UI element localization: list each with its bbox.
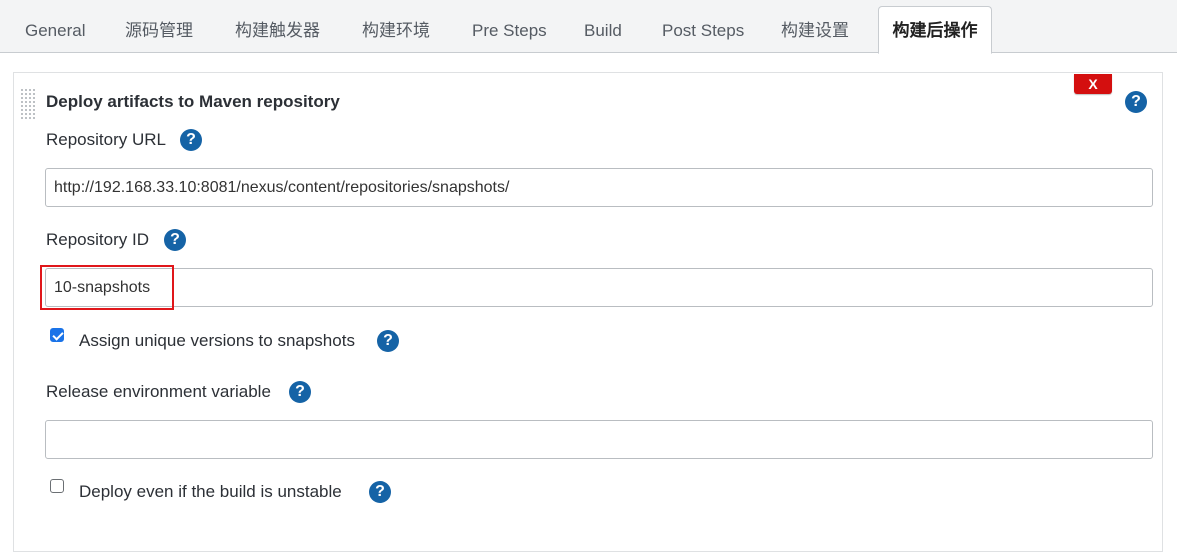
section-help-icon[interactable]: ? <box>1125 91 1147 113</box>
delete-step-button[interactable]: X <box>1074 74 1112 94</box>
release-env-var-help-icon[interactable]: ? <box>289 381 311 403</box>
tab-general[interactable]: General <box>25 10 85 52</box>
tab-bar: General 源码管理 构建触发器 构建环境 Pre Steps Build … <box>0 0 1177 54</box>
tab-build[interactable]: Build <box>584 10 622 52</box>
tab-source-control[interactable]: 源码管理 <box>125 10 193 52</box>
repository-id-input[interactable]: 10-snapshots <box>45 268 1153 307</box>
unique-versions-help-icon[interactable]: ? <box>377 330 399 352</box>
release-env-var-input[interactable] <box>45 420 1153 459</box>
repository-url-input[interactable]: http://192.168.33.10:8081/nexus/content/… <box>45 168 1153 207</box>
tab-post-steps[interactable]: Post Steps <box>662 10 744 52</box>
close-icon: X <box>1088 76 1098 92</box>
tab-build-environment[interactable]: 构建环境 <box>362 10 430 52</box>
tab-build-settings[interactable]: 构建设置 <box>781 10 849 52</box>
drag-handle-icon[interactable] <box>20 88 35 120</box>
deploy-unstable-label: Deploy even if the build is unstable <box>79 482 342 501</box>
repository-id-label: Repository ID <box>46 230 149 249</box>
unique-versions-checkbox[interactable] <box>50 328 64 342</box>
repository-id-help-icon[interactable]: ? <box>164 229 186 251</box>
tab-pre-steps[interactable]: Pre Steps <box>472 10 547 52</box>
unique-versions-label: Assign unique versions to snapshots <box>79 331 355 350</box>
deploy-unstable-help-icon[interactable]: ? <box>369 481 391 503</box>
section-title: Deploy artifacts to Maven repository <box>46 92 340 111</box>
repository-url-help-icon[interactable]: ? <box>180 129 202 151</box>
deploy-unstable-checkbox[interactable] <box>50 479 64 493</box>
release-env-var-label: Release environment variable <box>46 382 271 401</box>
repository-url-label: Repository URL <box>46 130 166 149</box>
highlight-annotation <box>40 265 174 310</box>
tab-post-build-actions[interactable]: 构建后操作 <box>878 6 992 54</box>
tab-build-triggers[interactable]: 构建触发器 <box>235 10 320 52</box>
